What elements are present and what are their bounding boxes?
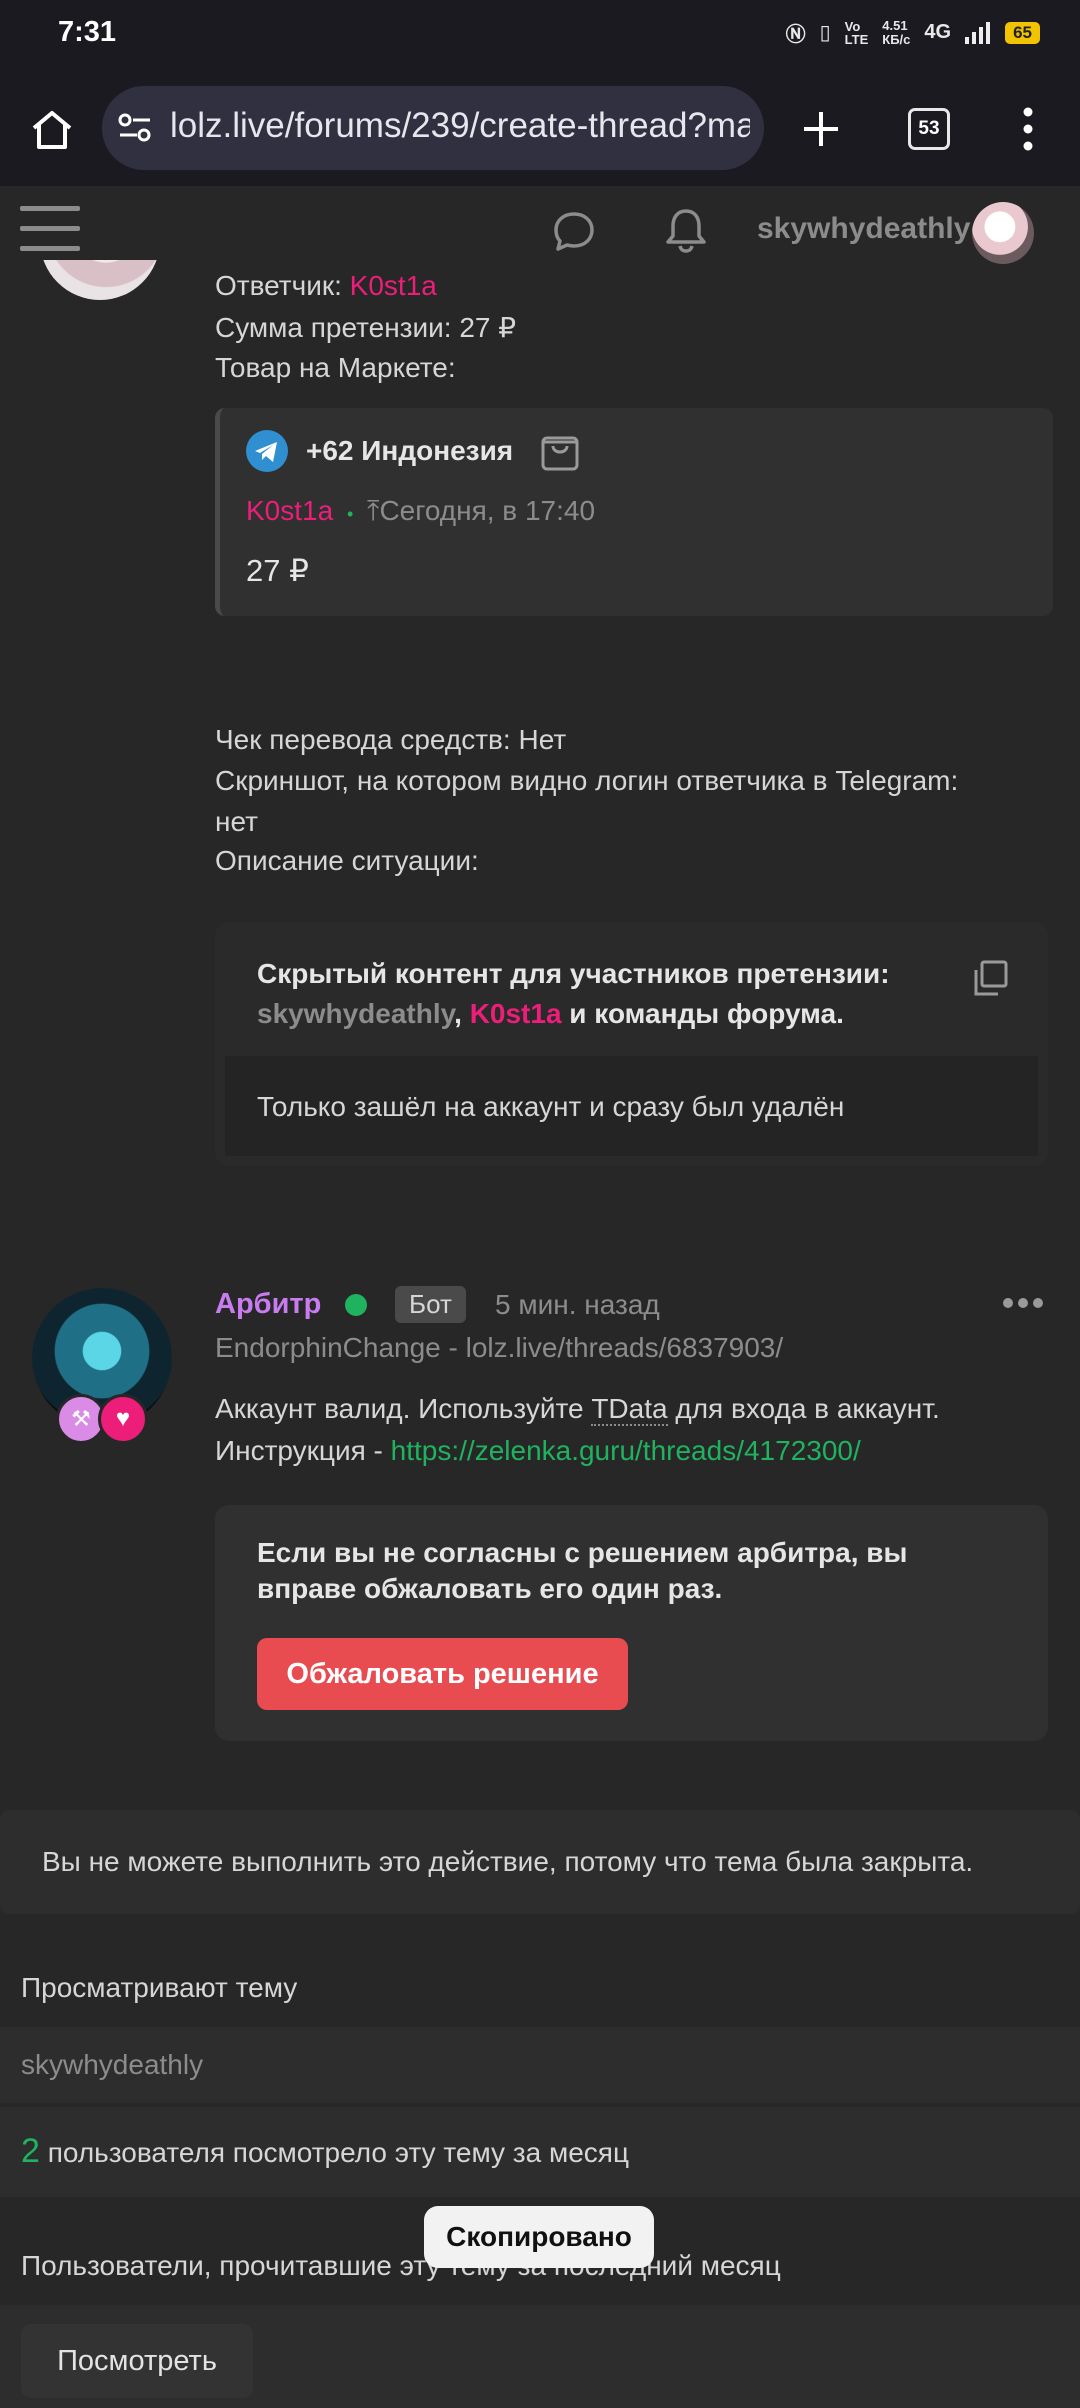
member-skywhydeathly[interactable]: skywhydeathly	[257, 998, 454, 1029]
view-readers-button[interactable]: Посмотреть	[21, 2324, 253, 2398]
product-price: 27 ₽	[246, 553, 309, 588]
respondent-link[interactable]: K0st1a	[350, 270, 437, 301]
net-speed: 4.51 КБ/с	[882, 17, 911, 47]
view-count: 2	[21, 2132, 40, 2170]
new-tab-icon[interactable]	[800, 108, 842, 150]
product-title[interactable]: +62 Индонезия	[306, 435, 513, 467]
respondent-line: Ответчик: K0st1a	[215, 270, 437, 302]
hidden-content-title: Скрытый контент для участников претензии…	[257, 958, 890, 989]
appeal-notice-line1: Если вы не согласны с решением арбитра, …	[257, 1537, 908, 1568]
market-label: Товар на Маркете:	[215, 352, 456, 383]
appeal-button[interactable]: Обжаловать решение	[257, 1638, 628, 1710]
header-avatar[interactable]	[972, 202, 1034, 264]
hamburger-menu-icon[interactable]	[20, 204, 82, 254]
product-seller[interactable]: K0st1a	[246, 495, 333, 526]
viewing-title: Просматривают тему	[21, 1972, 298, 2003]
bot-badge: Бот	[395, 1286, 466, 1323]
receipt-line: Чек перевода средств: Нет	[215, 724, 567, 755]
copy-icon[interactable]	[972, 960, 1008, 996]
amount-line: Сумма претензии: 27 ₽	[215, 312, 517, 343]
nfc-icon: Ⓝ	[785, 24, 806, 46]
instruction-link[interactable]: https://zelenka.guru/threads/4172300/	[391, 1435, 861, 1466]
header-username[interactable]: skywhydeathly	[757, 212, 970, 246]
readers-title: Пользователи, прочитавшие эту тему за по…	[21, 2250, 781, 2281]
signal-icon	[965, 21, 991, 44]
upload-icon: ⤒	[367, 495, 380, 526]
telegram-icon	[246, 430, 288, 472]
vibrate-icon: ▯	[819, 22, 831, 44]
appeal-notice-line2: вправе обжаловать его один раз.	[257, 1573, 723, 1604]
description-label: Описание ситуации:	[215, 845, 479, 876]
closed-notice: Вы не можете выполнить это действие, пот…	[42, 1846, 974, 1877]
screenshot-answer: нет	[215, 806, 258, 837]
network-type: 4G	[924, 21, 952, 43]
status-time: 7:31	[58, 16, 117, 48]
product-seller-line: K0st1a • ⤒Сегодня, в 17:40	[246, 495, 595, 528]
member-k0st1a[interactable]: K0st1a	[470, 998, 562, 1029]
browser-menu-icon[interactable]	[1018, 106, 1038, 152]
status-icons: Ⓝ ▯ Vo LTE 4.51 КБ/с 4G 65	[786, 18, 1040, 47]
online-dot: •	[346, 504, 354, 524]
post-author-avatar[interactable]	[40, 260, 160, 300]
heart-badge-icon: ♥	[98, 1394, 148, 1444]
hidden-content-suffix: и команды форума.	[561, 998, 844, 1029]
arbiter-subtitle[interactable]: EndorphinChange - lolz.live/threads/6837…	[215, 1332, 783, 1364]
chat-icon[interactable]	[552, 210, 596, 254]
site-settings-icon[interactable]	[118, 113, 152, 143]
tab-switcher-button[interactable]: 53	[908, 108, 950, 150]
status-bar: 7:31 Ⓝ ▯ Vo LTE 4.51 КБ/с 4G 65	[0, 0, 1080, 66]
bell-icon[interactable]	[664, 206, 708, 254]
arbiter-verdict: Аккаунт валид. Используйте TData для вхо…	[215, 1393, 940, 1426]
online-status-icon	[345, 1294, 367, 1316]
view-count-line: 2 пользователя посмотрело эту тему за ме…	[21, 2132, 630, 2170]
battery-icon: 65	[1005, 21, 1040, 44]
hidden-content-text: Только зашёл на аккаунт и сразу был удал…	[257, 1091, 845, 1122]
respondent-label: Ответчик:	[215, 270, 350, 301]
product-date: Сегодня, в 17:40	[379, 495, 596, 526]
home-icon[interactable]	[30, 108, 74, 152]
shopping-bag-icon[interactable]	[540, 428, 580, 472]
copied-toast: Скопировано	[424, 2206, 654, 2268]
tdata-term[interactable]: TData	[591, 1393, 668, 1426]
hidden-content-members: skywhydeathly, K0st1a и команды форума.	[257, 998, 844, 1029]
volte-icon: Vo LTE	[844, 18, 869, 47]
post-time[interactable]: 5 мин. назад	[495, 1289, 660, 1321]
instruction-line: Инструкция - https://zelenka.guru/thread…	[215, 1435, 861, 1466]
screenshot-line: Скриншот, на котором видно логин ответчи…	[215, 765, 959, 796]
url-text[interactable]: lolz.live/forums/239/create-thread?ma	[170, 106, 750, 146]
viewer-username[interactable]: skywhydeathly	[21, 2049, 203, 2081]
arbiter-name[interactable]: Арбитр	[215, 1288, 321, 1321]
post-options-icon[interactable]	[1002, 1296, 1044, 1310]
